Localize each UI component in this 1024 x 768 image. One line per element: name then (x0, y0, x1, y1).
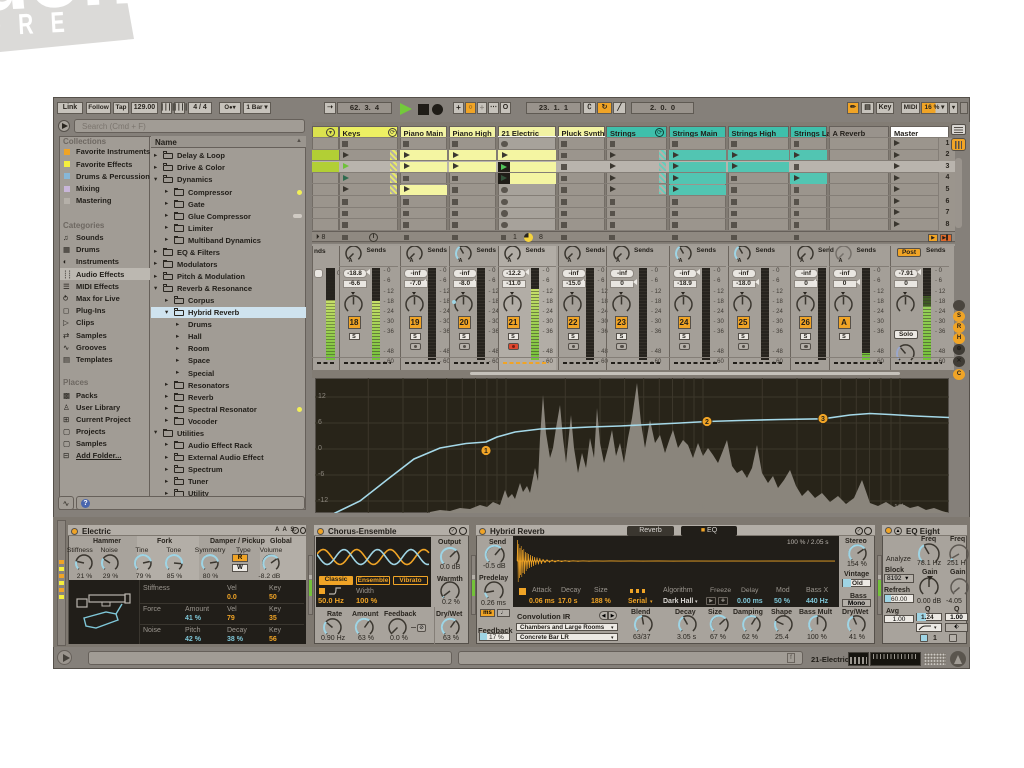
svg-text:1: 1 (484, 448, 488, 455)
svg-text:3: 3 (821, 416, 825, 423)
svg-text:2: 2 (705, 419, 709, 426)
